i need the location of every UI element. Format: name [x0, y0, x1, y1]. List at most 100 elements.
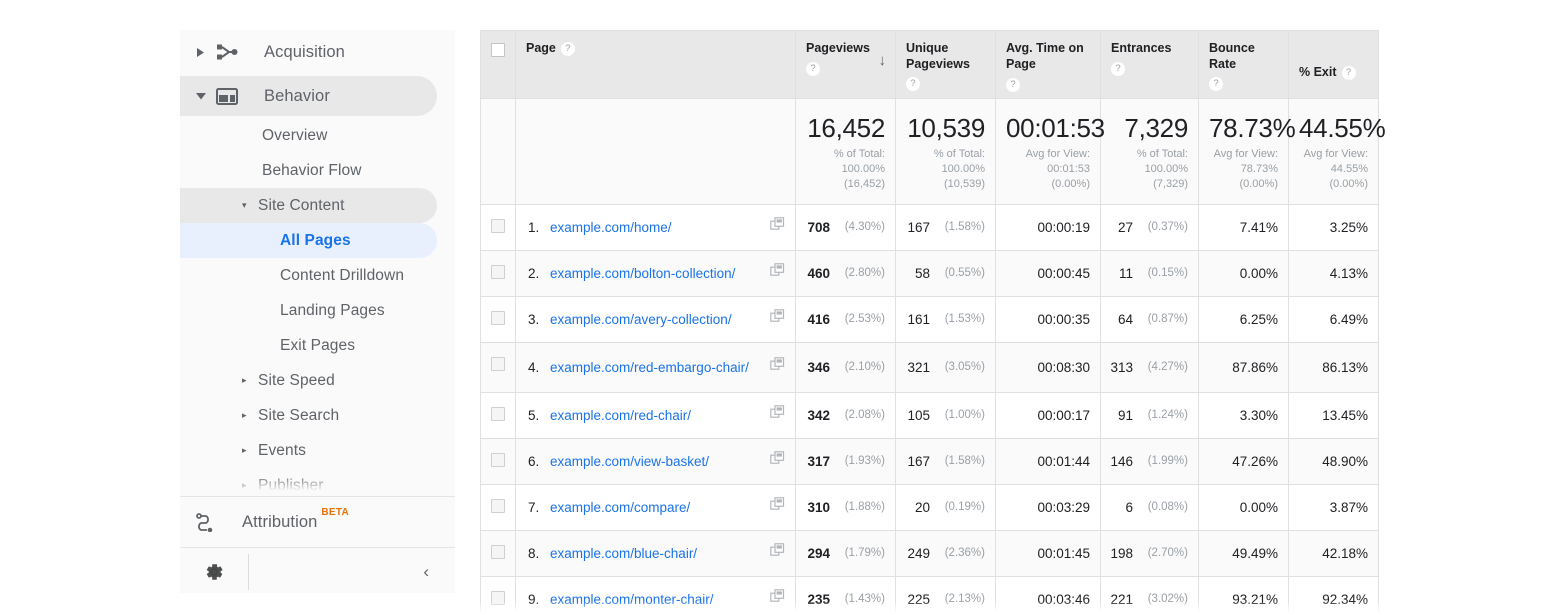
- all-pages-data-table: Page ? Pageviews ? ↓ Unique Pageviews ?: [480, 30, 1386, 615]
- row-checkbox[interactable]: [491, 590, 505, 605]
- sidebar-item-publisher[interactable]: ▸ Publisher: [180, 468, 455, 496]
- left-navigation-sidebar: Acquisition Behavior Overview Behavior F…: [180, 30, 455, 593]
- select-all-header[interactable]: [480, 30, 516, 99]
- sidebar-item-behavior[interactable]: Behavior: [180, 74, 455, 118]
- page-cell[interactable]: 4. example.com/red-embargo-chair/: [515, 341, 796, 393]
- page-url-link[interactable]: example.com/view-basket/: [550, 454, 709, 469]
- sidebar-item-events[interactable]: ▸ Events: [180, 433, 455, 468]
- row-checkbox-cell[interactable]: [480, 203, 516, 251]
- open-in-new-window-icon[interactable]: [770, 451, 785, 471]
- sidebar-item-exit-pages[interactable]: Exit Pages: [180, 328, 455, 363]
- row-checkbox-cell[interactable]: [480, 483, 516, 531]
- pageviews-percent: (1.79%): [844, 547, 885, 560]
- pageviews-value: 342: [807, 407, 830, 423]
- row-checkbox[interactable]: [491, 218, 505, 233]
- page-cell[interactable]: 5. example.com/red-chair/: [515, 391, 796, 439]
- page-cell[interactable]: 1. example.com/home/: [515, 203, 796, 251]
- sidebar-item-label: Attribution: [242, 512, 318, 531]
- table-row[interactable]: 5. example.com/red-chair/342 (2.08%) 105 (1.…: [480, 391, 1379, 439]
- open-in-new-window-icon[interactable]: [770, 497, 785, 517]
- page-url-link[interactable]: example.com/monter-chair/: [550, 592, 714, 607]
- page-cell[interactable]: 9. example.com/monter-chair/: [515, 575, 796, 615]
- open-in-new-window-icon[interactable]: [770, 543, 785, 563]
- help-icon[interactable]: ?: [906, 77, 920, 92]
- column-header-unique-pageviews[interactable]: Unique Pageviews ?: [895, 30, 996, 99]
- sort-descending-icon[interactable]: ↓: [879, 52, 887, 71]
- column-header-avg-time-on-page[interactable]: Avg. Time on Page ?: [995, 30, 1101, 99]
- sidebar-item-behavior-flow[interactable]: Behavior Flow: [180, 153, 455, 188]
- table-row[interactable]: 6. example.com/view-basket/317 (1.93%) 167 (…: [480, 437, 1379, 485]
- table-row[interactable]: 7. example.com/compare/310 (1.88%) 20 (0.19%…: [480, 483, 1379, 531]
- row-checkbox[interactable]: [491, 452, 505, 467]
- help-icon[interactable]: ?: [1006, 78, 1020, 93]
- page-url-link[interactable]: example.com/blue-chair/: [550, 546, 697, 561]
- help-icon[interactable]: ?: [1111, 61, 1125, 76]
- sidebar-item-content-drilldown[interactable]: Content Drilldown: [180, 258, 455, 293]
- sidebar-item-landing-pages[interactable]: Landing Pages: [180, 293, 455, 328]
- page-cell[interactable]: 7. example.com/compare/: [515, 483, 796, 531]
- nav-scroll-area[interactable]: Acquisition Behavior Overview Behavior F…: [180, 30, 455, 496]
- page-cell[interactable]: 3. example.com/avery-collection/: [515, 295, 796, 343]
- column-header-page[interactable]: Page ?: [515, 30, 796, 99]
- open-in-new-window-icon[interactable]: [770, 309, 785, 329]
- sidebar-item-all-pages[interactable]: All Pages: [180, 223, 455, 258]
- help-icon[interactable]: ?: [1209, 77, 1223, 92]
- row-checkbox[interactable]: [491, 264, 505, 279]
- column-header-pageviews[interactable]: Pageviews ? ↓: [795, 30, 896, 99]
- select-all-checkbox[interactable]: [491, 43, 505, 57]
- sidebar-item-acquisition[interactable]: Acquisition: [180, 30, 455, 74]
- row-checkbox-cell[interactable]: [480, 437, 516, 485]
- page-cell[interactable]: 2. example.com/bolton-collection/: [515, 249, 796, 297]
- sidebar-item-overview[interactable]: Overview: [180, 118, 455, 153]
- unique-pageviews-value: 321: [907, 359, 930, 375]
- row-checkbox-cell[interactable]: [480, 575, 516, 615]
- sidebar-item-attribution[interactable]: Attribution BETA: [180, 496, 455, 548]
- page-cell[interactable]: 6. example.com/view-basket/: [515, 437, 796, 485]
- chevron-left-icon[interactable]: ‹: [423, 548, 429, 593]
- table-row[interactable]: 4. example.com/red-embargo-chair/346 (2.10…: [480, 341, 1379, 393]
- sidebar-item-site-content[interactable]: ▾ Site Content: [180, 188, 455, 223]
- table-row[interactable]: 3. example.com/avery-collection/416 (2.53%…: [480, 295, 1379, 343]
- sidebar-item-site-speed[interactable]: ▸ Site Speed: [180, 363, 455, 398]
- row-checkbox[interactable]: [491, 498, 505, 513]
- help-icon[interactable]: ?: [806, 61, 820, 76]
- bounce-rate-cell: 0.00%: [1198, 483, 1289, 531]
- page-url-link[interactable]: example.com/avery-collection/: [550, 312, 732, 327]
- column-header-entrances[interactable]: Entrances ?: [1100, 30, 1199, 99]
- table-row[interactable]: 9. example.com/monter-chair/235 (1.43%) 225…: [480, 575, 1379, 615]
- row-checkbox[interactable]: [491, 406, 505, 421]
- row-checkbox-cell[interactable]: [480, 529, 516, 577]
- open-in-new-window-icon[interactable]: [770, 405, 785, 425]
- row-checkbox[interactable]: [491, 544, 505, 559]
- exit-percent-value: 86.13%: [1322, 359, 1368, 375]
- column-header-bounce-rate[interactable]: Bounce Rate ?: [1198, 30, 1289, 99]
- open-in-new-window-icon[interactable]: [770, 217, 785, 237]
- open-in-new-window-icon[interactable]: [770, 357, 785, 377]
- table-row[interactable]: 1. example.com/home/708 (4.30%) 167 (1.58%) 0…: [480, 203, 1379, 251]
- column-header-exit-percent[interactable]: % Exit ?: [1288, 30, 1379, 99]
- table-row[interactable]: 8. example.com/blue-chair/294 (1.79%) 249 (2…: [480, 529, 1379, 577]
- row-checkbox-cell[interactable]: [480, 295, 516, 343]
- help-icon[interactable]: ?: [1341, 66, 1356, 80]
- row-checkbox-cell[interactable]: [480, 391, 516, 439]
- row-checkbox[interactable]: [491, 356, 505, 371]
- summary-value: 78.73%: [1209, 113, 1296, 143]
- row-checkbox-cell[interactable]: [480, 341, 516, 393]
- page-url-link[interactable]: example.com/red-embargo-chair/: [550, 360, 749, 375]
- help-icon[interactable]: ?: [560, 42, 575, 56]
- chevron-down-icon: ▾: [242, 200, 247, 210]
- sidebar-item-site-search[interactable]: ▸ Site Search: [180, 398, 455, 433]
- page-url-link[interactable]: example.com/red-chair/: [550, 408, 691, 423]
- row-checkbox[interactable]: [491, 310, 505, 325]
- bounce-rate-value: 49.49%: [1232, 545, 1278, 561]
- page-url-link[interactable]: example.com/compare/: [550, 500, 690, 515]
- page-url-link[interactable]: example.com/home/: [550, 220, 672, 235]
- gear-icon[interactable]: [180, 561, 248, 583]
- row-checkbox-cell[interactable]: [480, 249, 516, 297]
- page-url-link[interactable]: example.com/bolton-collection/: [550, 266, 735, 281]
- open-in-new-window-icon[interactable]: [770, 589, 785, 609]
- open-in-new-window-icon[interactable]: [770, 263, 785, 283]
- table-row[interactable]: 2. example.com/bolton-collection/460 (2.80…: [480, 249, 1379, 297]
- entrances-value: 6: [1125, 499, 1133, 515]
- page-cell[interactable]: 8. example.com/blue-chair/: [515, 529, 796, 577]
